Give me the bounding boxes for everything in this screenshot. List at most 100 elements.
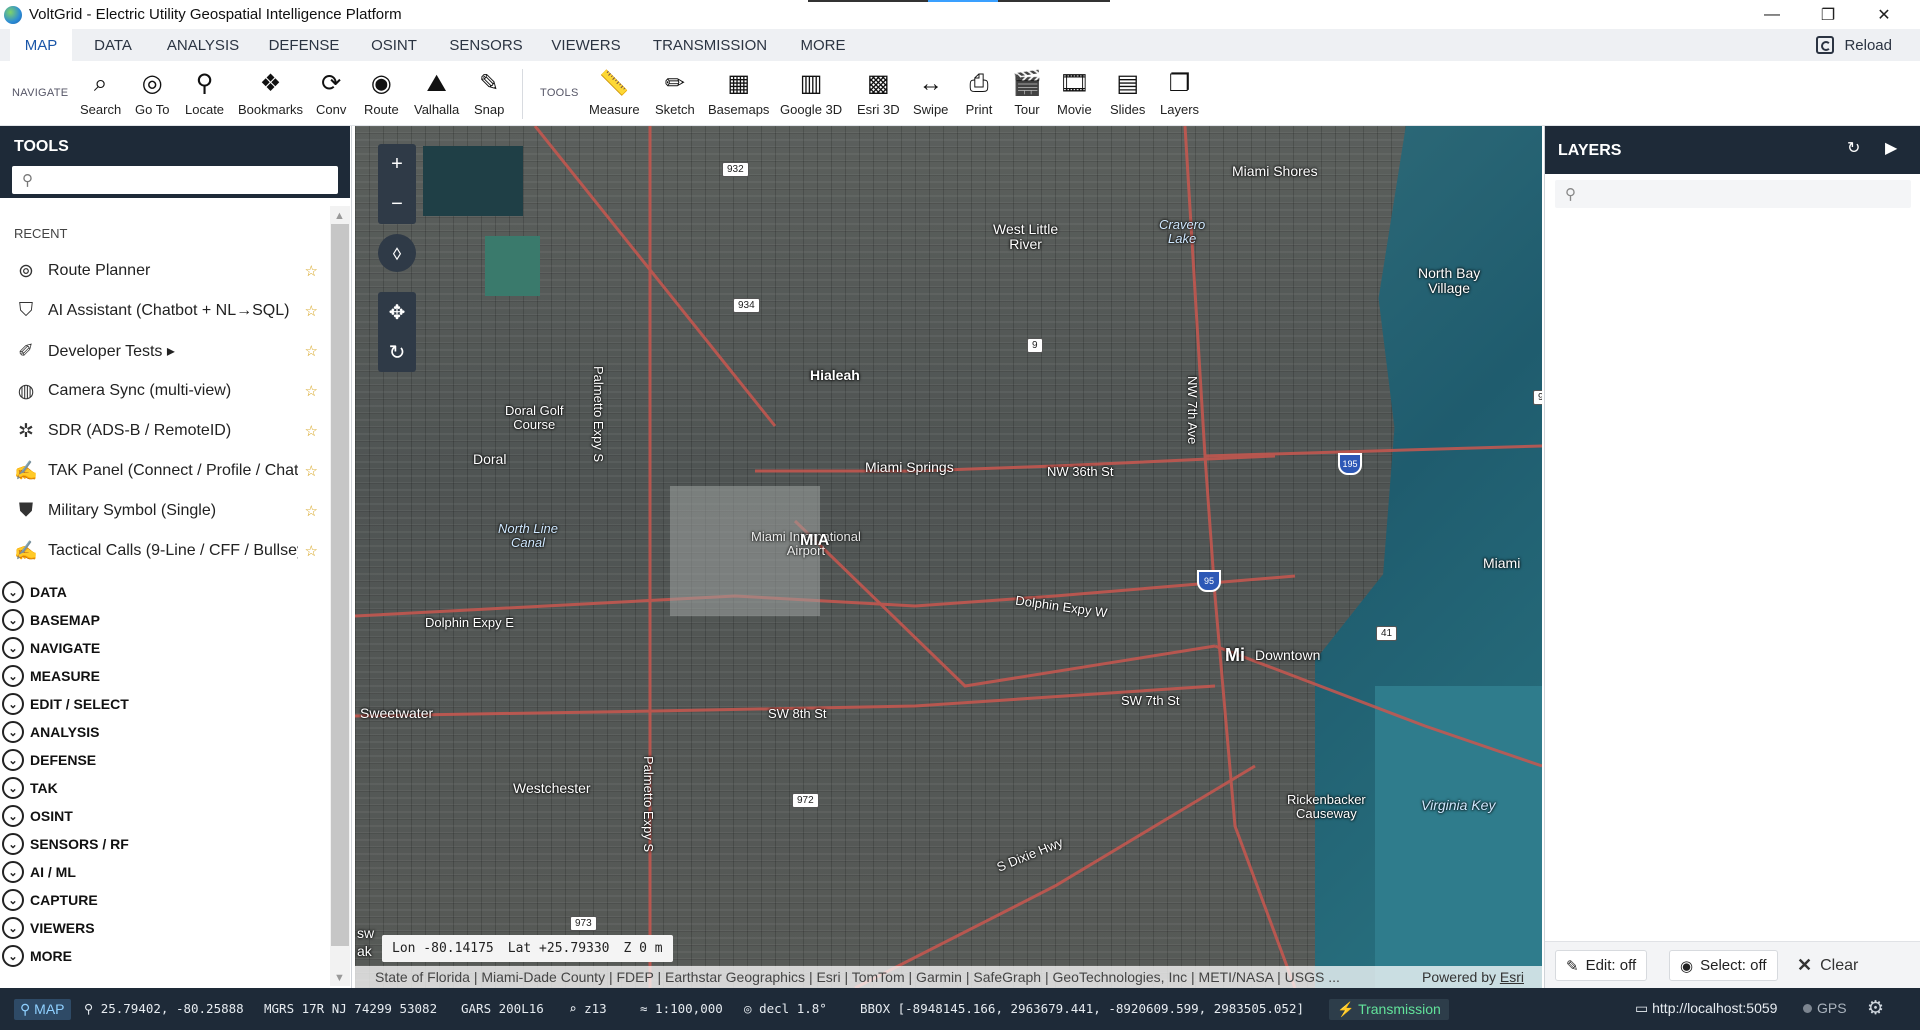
label-doral: Doral xyxy=(473,451,507,467)
layers-footer: ✎ Edit: off ◉ Select: off ✕ Clear xyxy=(1545,941,1920,988)
tab-map[interactable]: MAP xyxy=(10,29,72,61)
map-view[interactable]: Miami Shores West Little River North Bay… xyxy=(355,126,1542,988)
tour-icon: 🎬 xyxy=(1012,70,1042,97)
category-label: AI / ML xyxy=(30,864,76,880)
recent-tool-tactical-calls[interactable]: ✍ Tactical Calls (9-Line / CFF / Bullsey… xyxy=(0,531,330,571)
category-capture[interactable]: ⌄ CAPTURE xyxy=(0,886,330,914)
tab-viewers[interactable]: VIEWERS xyxy=(544,29,628,61)
category-analysis[interactable]: ⌄ ANALYSIS xyxy=(0,718,330,746)
movie-button[interactable]: 🎞 Movie xyxy=(1057,69,1092,121)
bookmarks-button[interactable]: ❖ Bookmarks xyxy=(238,69,303,121)
star-icon[interactable]: ☆ xyxy=(305,462,318,480)
select-toggle-button[interactable]: ◉ Select: off xyxy=(1669,950,1778,981)
tab-sensors[interactable]: SENSORS xyxy=(446,29,526,61)
recent-tool-ai-assistant[interactable]: ⛉ AI Assistant (Chatbot + NL→SQL) ☆ xyxy=(0,291,330,331)
category-tak[interactable]: ⌄ TAK xyxy=(0,774,330,802)
print-button[interactable]: ⎙ Print xyxy=(964,69,994,121)
locate-button[interactable]: ⚲ Locate xyxy=(185,69,224,121)
route-button[interactable]: ◉ Route xyxy=(364,69,399,121)
category-more[interactable]: ⌄ MORE xyxy=(0,942,330,970)
tab-defense[interactable]: DEFENSE xyxy=(264,29,344,61)
tab-analysis[interactable]: ANALYSIS xyxy=(158,29,248,61)
zoom-out-button[interactable]: − xyxy=(378,184,416,224)
category-osint[interactable]: ⌄ OSINT xyxy=(0,802,330,830)
compass-button[interactable]: ⬨ xyxy=(378,234,416,272)
recent-tool-developer-tests[interactable]: ✐ Developer Tests ▸ ☆ xyxy=(0,331,330,371)
category-data[interactable]: ⌄ DATA xyxy=(0,578,330,606)
snap-button[interactable]: ✎ Snap xyxy=(474,69,504,121)
tab-more[interactable]: MORE xyxy=(792,29,854,61)
star-icon[interactable]: ☆ xyxy=(305,542,318,560)
tab-data[interactable]: DATA xyxy=(82,29,144,61)
category-basemap[interactable]: ⌄ BASEMAP xyxy=(0,606,330,634)
category-defense[interactable]: ⌄ DEFENSE xyxy=(0,746,330,774)
recent-tool-camera-sync[interactable]: ◍ Camera Sync (multi-view) ☆ xyxy=(0,371,330,411)
category-viewers[interactable]: ⌄ VIEWERS xyxy=(0,914,330,942)
label-miami-springs: Miami Springs xyxy=(865,459,954,475)
layers-button[interactable]: ❐ Layers xyxy=(1160,69,1199,121)
clear-button[interactable]: ✕ Clear xyxy=(1797,955,1858,976)
conv-button[interactable]: ⟳ Conv xyxy=(316,69,346,121)
tak-icon: ✍ xyxy=(14,461,38,482)
swipe-button[interactable]: ↔ Swipe xyxy=(913,69,948,121)
star-icon[interactable]: ☆ xyxy=(305,502,318,520)
pan-icon[interactable]: ✥ xyxy=(378,292,416,332)
edit-toggle-button[interactable]: ✎ Edit: off xyxy=(1555,950,1648,981)
star-icon[interactable]: ☆ xyxy=(305,382,318,400)
slides-button[interactable]: ▤ Slides xyxy=(1110,69,1145,121)
recent-label: RECENT xyxy=(14,226,68,241)
basemaps-button[interactable]: ▦ Basemaps xyxy=(708,69,769,121)
sketch-button[interactable]: ✏ Sketch xyxy=(655,69,695,121)
goto-button[interactable]: ◎ Go To xyxy=(135,69,169,121)
layers-search-input[interactable]: ⚲ xyxy=(1555,180,1911,208)
gear-icon[interactable]: ⚙ xyxy=(1867,997,1884,1019)
tools-search-input[interactable]: ⚲ xyxy=(12,166,338,194)
search-button[interactable]: ⌕ Search xyxy=(80,69,121,121)
tab-transmission[interactable]: TRANSMISSION xyxy=(648,29,772,61)
tab-osint[interactable]: OSINT xyxy=(362,29,426,61)
road-network xyxy=(355,126,1542,988)
esri3d-button[interactable]: ▩ Esri 3D xyxy=(857,69,900,121)
scroll-down-icon[interactable]: ▼ xyxy=(334,972,345,984)
google3d-button[interactable]: ▥ Google 3D xyxy=(780,69,842,121)
star-icon[interactable]: ☆ xyxy=(305,342,318,360)
label-mia: MIA xyxy=(800,532,830,549)
ai-assistant-icon: ⛉ xyxy=(18,300,34,321)
transmission-badge[interactable]: ⚡ Transmission xyxy=(1329,999,1449,1020)
tools-title: TOOLS xyxy=(14,138,69,155)
zoom-in-button[interactable]: + xyxy=(378,144,416,184)
category-label: DEFENSE xyxy=(30,752,97,768)
category-navigate[interactable]: ⌄ NAVIGATE xyxy=(0,634,330,662)
tools-scrollbar-thumb[interactable] xyxy=(331,224,349,946)
category-measure[interactable]: ⌄ MEASURE xyxy=(0,662,330,690)
close-button[interactable]: ✕ xyxy=(1856,0,1912,29)
route-shield-932: 932 xyxy=(722,162,749,177)
recent-tool-tak-panel[interactable]: ✍ TAK Panel (Connect / Profile / Chat) ☆ xyxy=(0,451,330,491)
rotate-icon[interactable]: ↻ xyxy=(378,332,416,372)
recent-tool-route-planner[interactable]: ⊚ Route Planner ☆ xyxy=(0,251,330,291)
category-ai-ml[interactable]: ⌄ AI / ML xyxy=(0,858,330,886)
collapse-panel-icon[interactable]: ▶ xyxy=(1885,138,1897,158)
scroll-up-icon[interactable]: ▲ xyxy=(334,210,345,222)
star-icon[interactable]: ☆ xyxy=(305,262,318,280)
mode-badge[interactable]: ⚲ MAP xyxy=(14,999,71,1020)
recent-tool-sdr[interactable]: ✲ SDR (ADS-B / RemoteID) ☆ xyxy=(0,411,330,451)
reload-button[interactable]: Reload xyxy=(1816,29,1892,61)
maximize-button[interactable]: ❐ xyxy=(1800,0,1856,29)
minimize-button[interactable]: — xyxy=(1744,0,1800,29)
refresh-icon[interactable]: ↻ xyxy=(1847,138,1860,158)
chevron-down-icon: ⌄ xyxy=(2,917,24,939)
measure-button[interactable]: 📏 Measure xyxy=(589,69,640,121)
category-edit-select[interactable]: ⌄ EDIT / SELECT xyxy=(0,690,330,718)
esri-link[interactable]: Esri xyxy=(1500,969,1524,985)
reload-icon xyxy=(1816,36,1835,54)
valhalla-button[interactable]: ⛰ Valhalla xyxy=(414,69,459,121)
star-icon[interactable]: ☆ xyxy=(305,302,318,320)
star-icon[interactable]: ☆ xyxy=(305,422,318,440)
category-sensors-rf[interactable]: ⌄ SENSORS / RF xyxy=(0,830,330,858)
conv-label: Conv xyxy=(316,102,347,117)
swipe-icon: ↔ xyxy=(918,70,943,97)
tour-button[interactable]: 🎬 Tour xyxy=(1012,69,1042,121)
tool-label: Route Planner xyxy=(48,262,151,279)
recent-tool-military-symbol[interactable]: ⛊ Military Symbol (Single) ☆ xyxy=(0,491,330,531)
